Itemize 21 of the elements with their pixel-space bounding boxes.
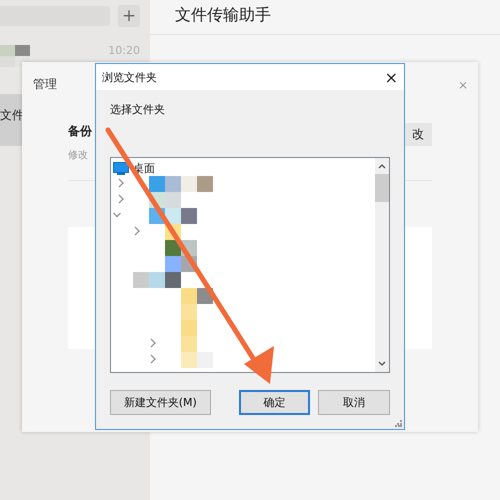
dialog-button[interactable]: 新建文件夹(M): [110, 390, 211, 415]
dialog-button[interactable]: 取消: [318, 390, 390, 415]
dialog-button[interactable]: 确定: [238, 390, 310, 415]
chevron-down-icon: [377, 360, 387, 368]
monitor-icon: [113, 162, 129, 174]
add-button[interactable]: +: [118, 5, 140, 27]
dialog-title: 管理: [33, 76, 57, 93]
chevron-down-icon: [113, 210, 121, 220]
scrollbar[interactable]: [375, 158, 389, 372]
chat-title: 文件传输助手: [150, 0, 500, 35]
prompt-text: 选择文件夹: [110, 102, 166, 118]
chevron-right-icon: [133, 226, 141, 236]
setting-label: 备份: [68, 123, 92, 140]
resize-grip-icon: [395, 420, 402, 427]
scrollbar-thumb[interactable]: [375, 174, 389, 202]
chat-time: 10:20: [108, 44, 140, 56]
change-button[interactable]: 改: [404, 123, 432, 146]
setting-hint: 修改: [68, 149, 89, 162]
chevron-up-icon: [377, 162, 387, 170]
close-button[interactable]: ×: [384, 68, 398, 86]
dialog-title: 浏览文件夹: [102, 70, 157, 84]
